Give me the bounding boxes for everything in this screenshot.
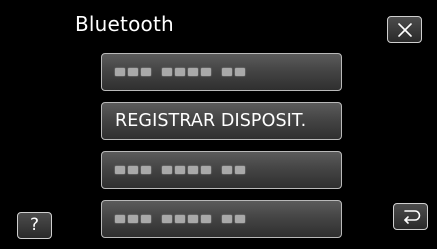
device-slot-2-button[interactable]: [101, 151, 342, 189]
device-slot-3-button[interactable]: [101, 200, 342, 238]
screen-title: Bluetooth: [75, 12, 174, 36]
device-name-placeholder: [115, 215, 252, 223]
help-label: ?: [29, 215, 40, 235]
return-arrow-icon: [403, 209, 420, 224]
device-name-placeholder: [115, 166, 252, 174]
device-name-placeholder: [115, 68, 252, 76]
register-device-button[interactable]: REGISTRAR DISPOSIT.: [101, 102, 342, 140]
close-icon: [397, 22, 412, 37]
device-slot-1-button[interactable]: [101, 53, 342, 91]
register-device-label: REGISTRAR DISPOSIT.: [115, 111, 307, 131]
close-button[interactable]: [387, 16, 422, 43]
back-button[interactable]: [393, 203, 428, 230]
help-button[interactable]: ?: [17, 212, 52, 239]
